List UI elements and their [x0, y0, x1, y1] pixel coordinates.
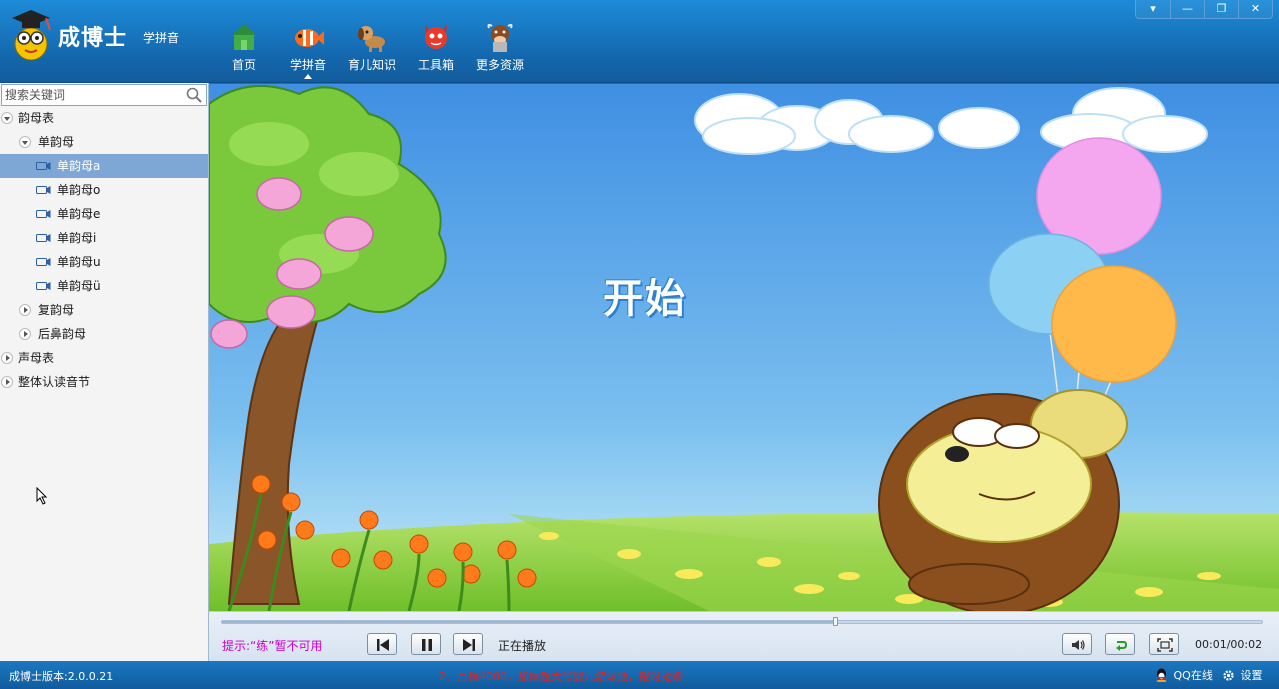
progress-bar[interactable] [221, 617, 1263, 626]
tree-item-label: 复韵母 [38, 303, 75, 317]
restore-button[interactable]: ❐ [1204, 0, 1238, 18]
tree-item-label: 整体认读音节 [18, 375, 91, 389]
brand-subtitle: 学拼音 [143, 31, 180, 45]
gear-icon [1223, 670, 1234, 681]
video-icon [36, 186, 51, 194]
cow-icon [487, 23, 513, 52]
cartoon-scene-illustration [209, 84, 1279, 611]
tree-item-compound-finals[interactable]: 复韵母 [0, 298, 208, 322]
settings-button[interactable]: 设置 [1222, 667, 1263, 683]
fish-icon [295, 29, 324, 47]
expand-toggle-icon[interactable] [19, 136, 31, 148]
expand-toggle-icon[interactable] [19, 328, 31, 340]
tree-item-label: 声母表 [18, 351, 55, 365]
tree-item-final-v[interactable]: 单韵母ü [0, 274, 208, 298]
version-text: 成博士版本:2.0.0.21 [9, 670, 114, 683]
nav-parenting-label: 育儿知识 [347, 58, 396, 72]
ad-link[interactable]: 2、月销4000，加厚超大号婴儿游泳池，限时抢购 [439, 668, 683, 684]
window-controls: ▾ — ❐ ✕ [1135, 0, 1273, 19]
pause-icon [422, 639, 432, 651]
loop-button[interactable] [1105, 633, 1135, 655]
lesson-tree: 韵母表 单韵母 单韵母a 单韵母o 单韵母e 单韵母i 单韵母u 单韵母ü 复韵… [0, 106, 208, 394]
devil-icon [425, 24, 447, 49]
playback-time: 00:01/00:02 [1195, 638, 1263, 651]
settings-label: 设置 [1240, 669, 1263, 682]
expand-toggle-icon[interactable] [1, 112, 13, 124]
player-controls: 提示:“练”暂不可用 正在播放 00:01/00:02 [209, 611, 1279, 661]
active-nav-marker [304, 74, 312, 79]
tree-item-label: 单韵母o [57, 183, 101, 197]
tree-item-label: 单韵母i [57, 231, 97, 245]
tree-item-nasal-finals[interactable]: 后鼻韵母 [0, 322, 208, 346]
expand-toggle-icon[interactable] [1, 376, 13, 388]
qq-penguin-icon [1156, 668, 1167, 683]
tree-item-final-i[interactable]: 单韵母i [0, 226, 208, 250]
next-button[interactable] [453, 633, 483, 655]
nav-learn-pinyin[interactable]: 学拼音 [276, 20, 340, 79]
nav-home[interactable]: 首页 [212, 20, 276, 73]
doctor-mascot-logo [12, 10, 51, 61]
qq-online-button[interactable]: QQ在线 [1155, 667, 1213, 683]
nav-more-resources[interactable]: 更多资源 [468, 20, 532, 73]
tree-item-label: 单韵母a [57, 159, 101, 173]
nav-toolbox[interactable]: 工具箱 [404, 20, 468, 73]
repeat-icon [1116, 641, 1128, 651]
video-overlay-text: 开始 [603, 276, 687, 322]
nav-home-label: 首页 [231, 58, 256, 72]
video-icon [36, 258, 51, 266]
main-nav: 首页 学拼音 育儿知识 工具箱 更多资源 [212, 20, 532, 79]
qq-online-label: QQ在线 [1173, 669, 1213, 682]
tree-item-label: 单韵母ü [57, 279, 101, 293]
tree-item-label: 单韵母 [38, 135, 75, 149]
tree-item-label: 后鼻韵母 [38, 327, 87, 341]
tree-item-simple-finals[interactable]: 单韵母 [0, 130, 208, 154]
menu-dropdown-button[interactable]: ▾ [1136, 0, 1170, 18]
tree-item-whole-syllables[interactable]: 整体认读音节 [0, 370, 208, 394]
speaker-icon [1072, 640, 1085, 650]
tree-item-final-o[interactable]: 单韵母o [0, 178, 208, 202]
tree-item-final-u[interactable]: 单韵母u [0, 250, 208, 274]
dog-icon [358, 26, 385, 52]
progress-knob[interactable] [832, 617, 838, 626]
title-bar: 成博士 学拼音 首页 学拼音 育儿知识 工具箱 更多资源 ▾ — ❐ ✕ [0, 0, 1279, 83]
nav-toolbox-label: 工具箱 [417, 58, 454, 72]
home-icon [231, 24, 257, 50]
search-icon[interactable] [186, 87, 202, 103]
video-icon [36, 210, 51, 218]
nav-more-resources-label: 更多资源 [475, 58, 524, 72]
close-button[interactable]: ✕ [1238, 0, 1272, 18]
fullscreen-button[interactable] [1149, 633, 1179, 655]
tree-item-label: 韵母表 [18, 111, 55, 125]
mouse-cursor-icon [36, 487, 48, 505]
skip-next-icon [463, 639, 475, 651]
progress-fill [222, 621, 836, 623]
tree-item-initials-table[interactable]: 声母表 [0, 346, 208, 370]
video-icon [36, 162, 51, 170]
tree-item-finals-table[interactable]: 韵母表 [0, 106, 208, 130]
tree-item-label: 单韵母e [57, 207, 101, 221]
tree-item-label: 单韵母u [57, 255, 101, 269]
video-icon [36, 234, 51, 242]
search-input[interactable] [2, 85, 178, 105]
expand-toggle-icon[interactable] [1, 352, 13, 364]
skip-previous-icon [377, 639, 389, 651]
tip-text: 提示:“练”暂不可用 [222, 639, 323, 653]
tree-item-final-a[interactable]: 单韵母a [0, 154, 208, 178]
minimize-button[interactable]: — [1170, 0, 1204, 18]
sidebar: 韵母表 单韵母 单韵母a 单韵母o 单韵母e [0, 83, 209, 661]
search-box [1, 84, 207, 106]
expand-toggle-icon[interactable] [19, 304, 31, 316]
video-icon [36, 282, 51, 290]
status-bar: 成博士版本:2.0.0.21 2、月销4000，加厚超大号婴儿游泳池，限时抢购 … [0, 661, 1279, 689]
nav-learn-pinyin-label: 学拼音 [289, 58, 326, 72]
volume-button[interactable] [1062, 633, 1092, 655]
previous-button[interactable] [367, 633, 397, 655]
pause-button[interactable] [411, 633, 441, 655]
fullscreen-icon [1157, 638, 1173, 652]
brand-title: 成博士 [58, 26, 128, 51]
nav-parenting[interactable]: 育儿知识 [340, 20, 404, 73]
tree-item-final-e[interactable]: 单韵母e [0, 202, 208, 226]
playback-status: 正在播放 [498, 639, 547, 653]
video-player-screen[interactable]: 开始 [209, 84, 1279, 611]
